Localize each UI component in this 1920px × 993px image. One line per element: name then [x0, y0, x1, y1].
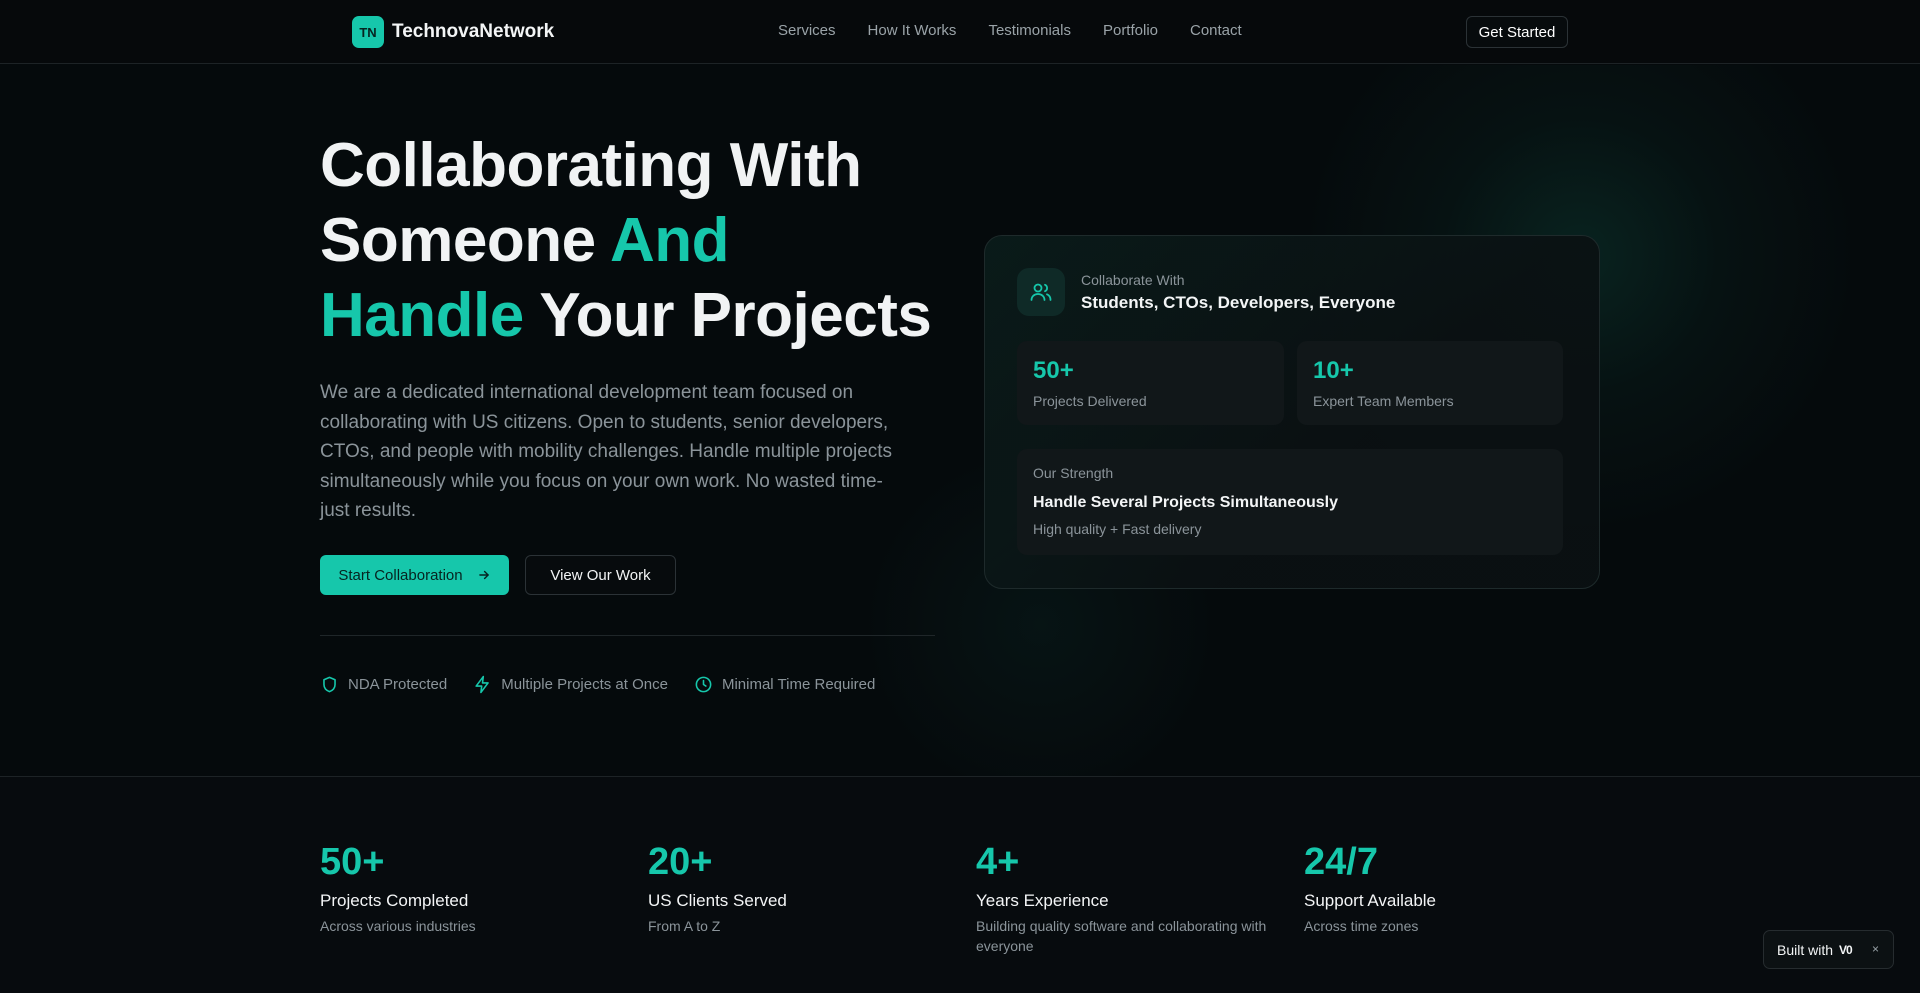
card-stat-label: Expert Team Members	[1313, 393, 1454, 409]
stat-description: From A to Z	[648, 918, 721, 934]
card-stat-projects: 50+ Projects Delivered	[1017, 341, 1284, 425]
v0-logo: V0	[1839, 942, 1853, 957]
card-stat-value: 50+	[1033, 357, 1074, 384]
card-stat-value: 10+	[1313, 357, 1354, 384]
built-with-badge[interactable]: Built with V0 ×	[1763, 930, 1894, 969]
nav-link-contact[interactable]: Contact	[1190, 22, 1242, 39]
trust-indicators: NDA Protected Multiple Projects at Once …	[320, 675, 875, 694]
nav-link-services[interactable]: Services	[778, 22, 836, 39]
nav-link-portfolio[interactable]: Portfolio	[1103, 22, 1158, 39]
stat-years-experience: 4+ Years Experience Building quality sof…	[976, 839, 1276, 956]
start-collaboration-label: Start Collaboration	[338, 566, 463, 584]
stat-label: Years Experience	[976, 891, 1109, 910]
hero-title-line3b: Your Projects	[523, 281, 932, 350]
arrow-right-icon	[478, 570, 489, 580]
clock-icon	[695, 676, 712, 693]
stats-section: 50+ Projects Completed Across various in…	[0, 776, 1920, 993]
hero-title-line1: Collaborating With	[320, 131, 862, 200]
card-icon-wrap	[1017, 268, 1065, 316]
users-icon	[1030, 283, 1052, 301]
strength-eyebrow: Our Strength	[1033, 465, 1114, 481]
stat-projects-completed: 50+ Projects Completed Across various in…	[320, 839, 620, 936]
hero-title-line2a: Someone	[320, 206, 610, 275]
trust-item-time: Minimal Time Required	[694, 675, 875, 694]
stat-number: 4+	[976, 841, 1020, 883]
hero-title: Collaborating With Someone And Handle Yo…	[320, 128, 960, 353]
trust-label-nda: NDA Protected	[348, 676, 448, 693]
top-navigation: TN TechnovaNetwork Services How It Works…	[0, 0, 1920, 64]
strength-subtitle: High quality + Fast delivery	[1033, 521, 1202, 537]
stat-label: US Clients Served	[648, 891, 787, 910]
built-with-text: Built with	[1777, 941, 1834, 958]
card-stat-team: 10+ Expert Team Members	[1297, 341, 1563, 425]
trust-label-time: Minimal Time Required	[721, 676, 876, 693]
stat-us-clients: 20+ US Clients Served From A to Z	[648, 839, 948, 936]
hero-title-accent-and: And	[610, 206, 730, 275]
nav-link-testimonials[interactable]: Testimonials	[988, 22, 1071, 39]
logo-badge: TN	[352, 16, 384, 48]
stat-label: Support Available	[1304, 891, 1437, 910]
card-stat-label: Projects Delivered	[1033, 393, 1147, 409]
start-collaboration-button[interactable]: Start Collaboration	[320, 555, 509, 595]
hero-section	[0, 65, 1920, 776]
stat-description: Across time zones	[1304, 918, 1419, 934]
trust-item-multiple: Multiple Projects at Once	[473, 675, 668, 694]
trust-label-multiple: Multiple Projects at Once	[501, 676, 668, 693]
collaboration-card: Collaborate With Students, CTOs, Develop…	[984, 235, 1600, 589]
close-icon[interactable]: ×	[1872, 942, 1879, 956]
stat-number: 20+	[648, 841, 713, 883]
stat-description: Building quality software and collaborat…	[976, 918, 1267, 954]
stat-label: Projects Completed	[320, 891, 469, 910]
logo[interactable]: TN TechnovaNetwork	[352, 16, 554, 48]
stat-description: Across various industries	[320, 918, 476, 934]
hero-divider	[320, 635, 935, 636]
stat-number: 50+	[320, 841, 385, 883]
card-eyebrow: Collaborate With	[1081, 272, 1185, 288]
trust-item-nda: NDA Protected	[320, 675, 447, 694]
get-started-button[interactable]: Get Started	[1466, 16, 1568, 48]
view-our-work-button[interactable]: View Our Work	[525, 555, 676, 595]
logo-text: TechnovaNetwork	[392, 21, 555, 42]
hero-description: We are a dedicated international develop…	[320, 382, 893, 521]
nav-link-how-it-works[interactable]: How It Works	[868, 22, 957, 39]
shield-icon	[323, 676, 336, 693]
stat-number: 24/7	[1304, 841, 1378, 883]
lightning-icon	[475, 675, 490, 694]
hero-title-accent-handle: Handle	[320, 281, 524, 350]
card-title: Students, CTOs, Developers, Everyone	[1081, 293, 1396, 312]
strength-title: Handle Several Projects Simultaneously	[1033, 494, 1339, 511]
strength-box: Our Strength Handle Several Projects Sim…	[1017, 449, 1563, 555]
stat-support: 24/7 Support Available Across time zones	[1304, 839, 1604, 936]
nav-links: Services How It Works Testimonials Portf…	[778, 22, 1242, 39]
